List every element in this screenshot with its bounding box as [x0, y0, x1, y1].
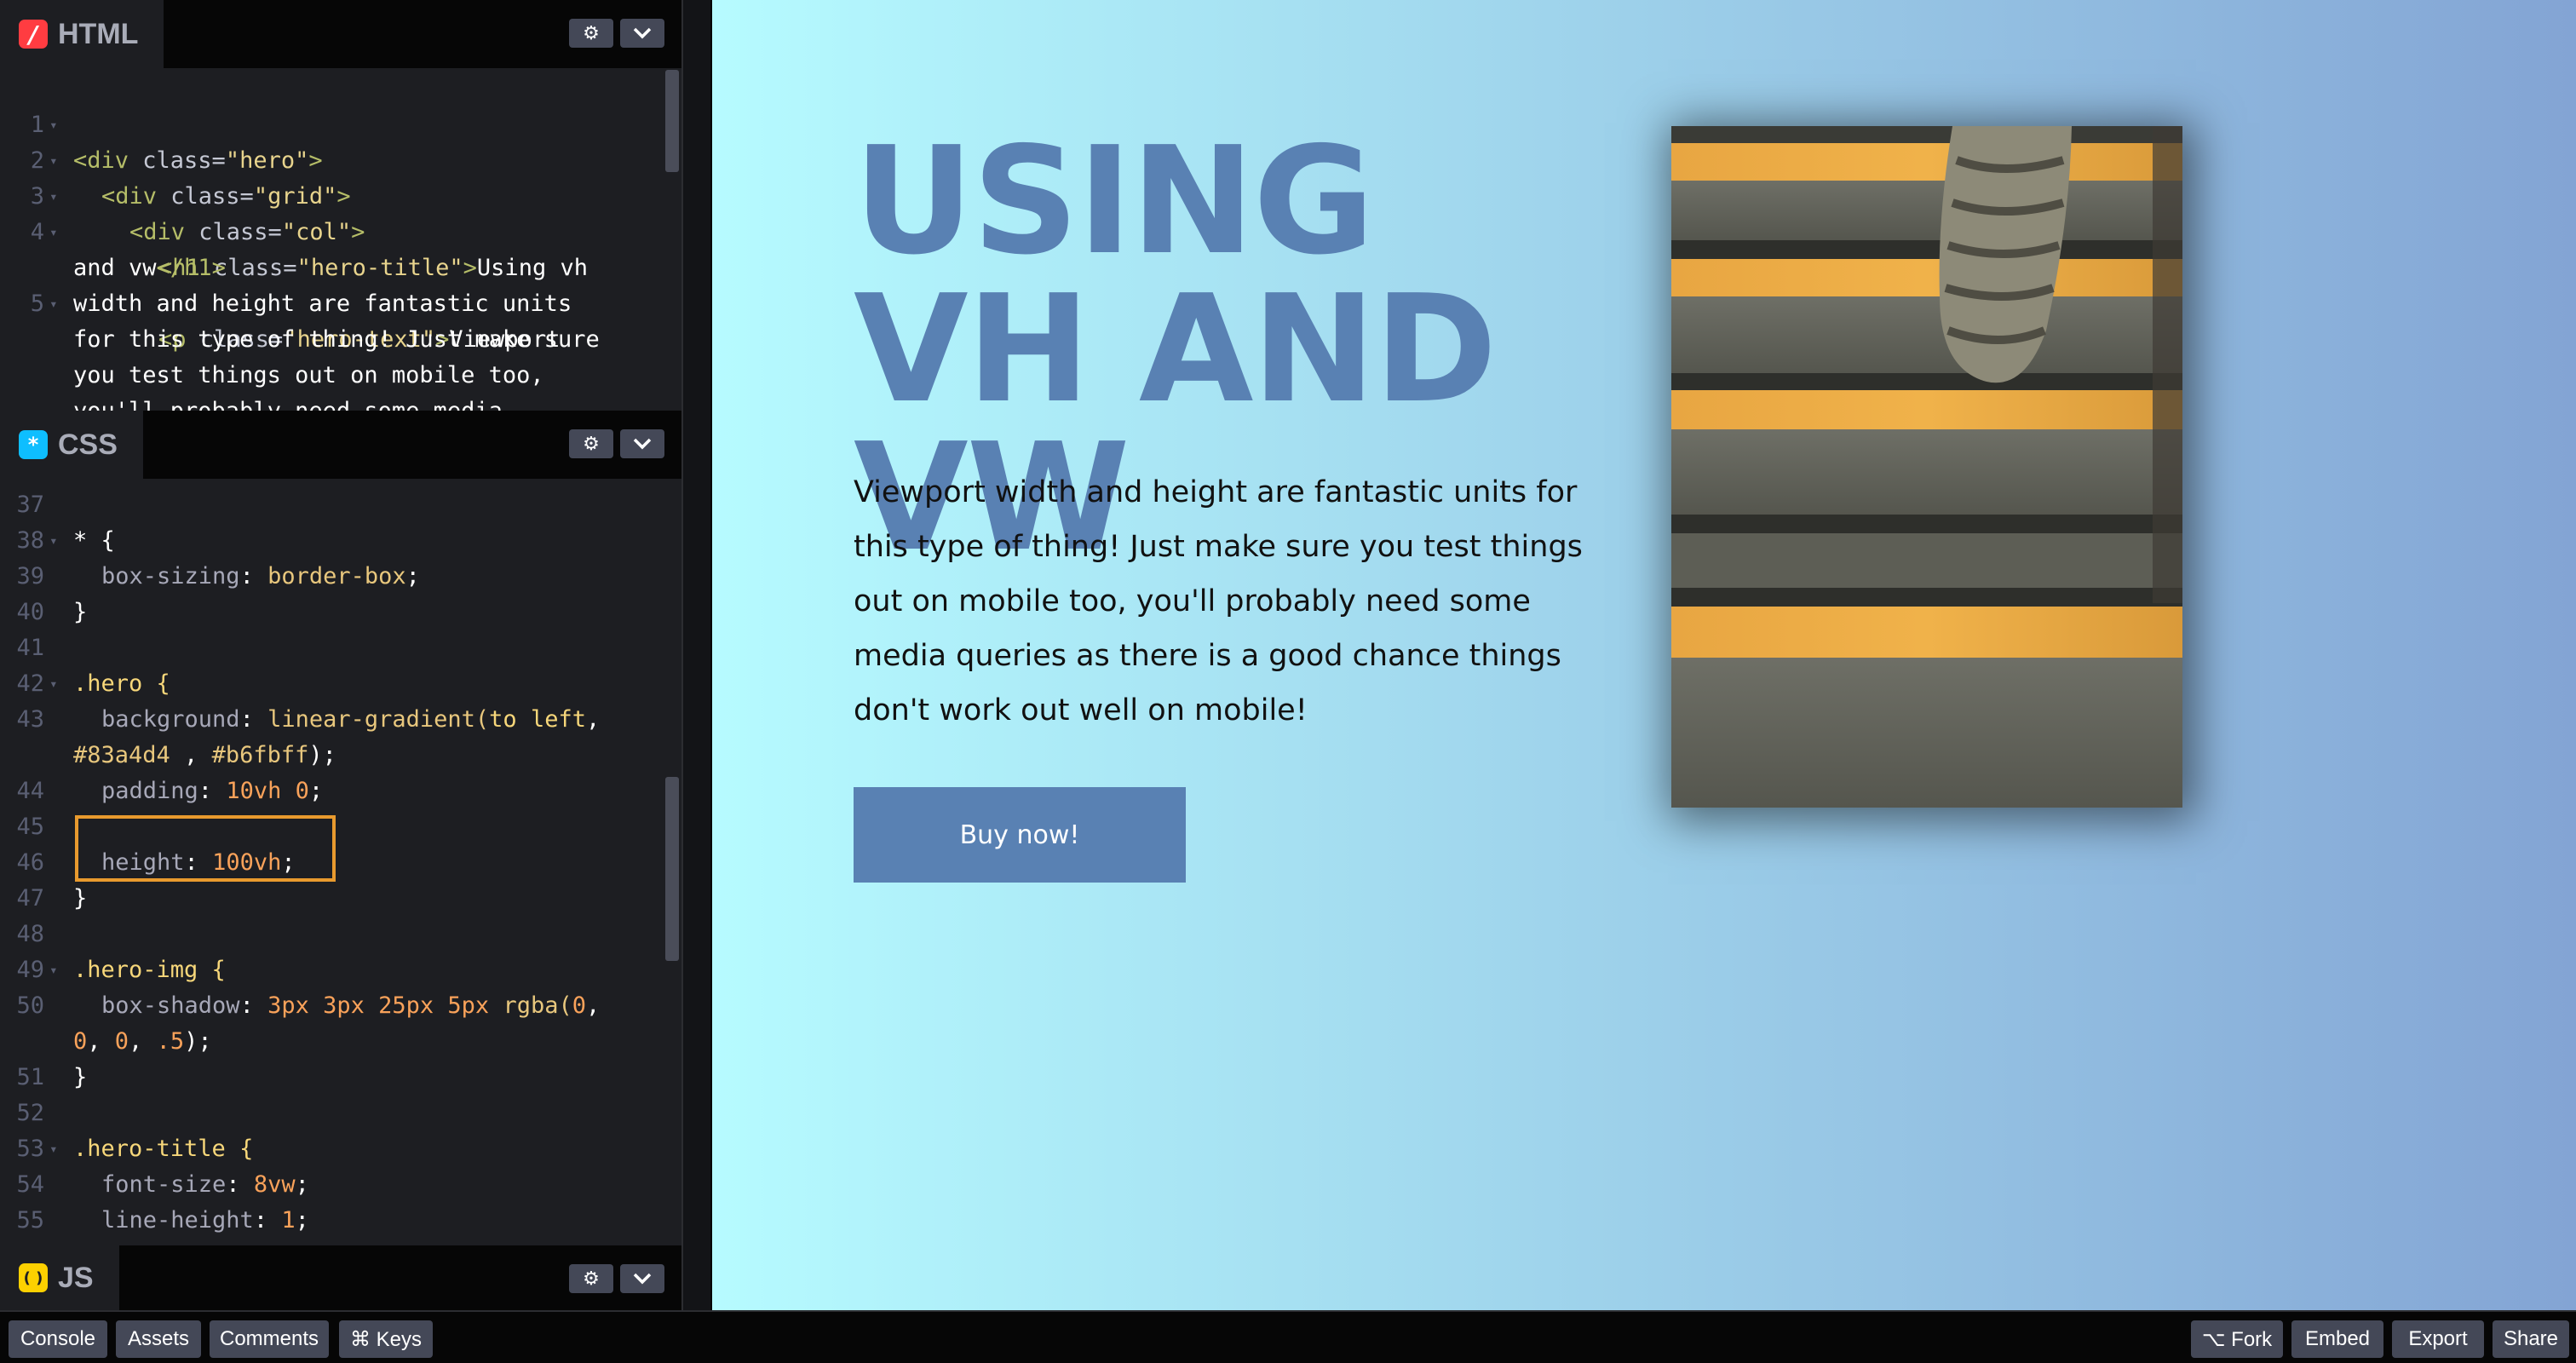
resize-divider[interactable] [681, 0, 710, 1310]
js-tab[interactable]: ( ) JS [0, 1245, 119, 1310]
html-code-editor[interactable]: 1 ▾ <div class="hero"> 2 ▾ <div class="gri… [0, 68, 681, 411]
code-line: 1 ▾ <div class="hero"> [30, 112, 323, 174]
embed-button[interactable]: Embed [2291, 1320, 2383, 1358]
share-button[interactable]: Share [2493, 1320, 2569, 1358]
html-tab-label: HTML [58, 17, 139, 50]
comments-button[interactable]: Comments [210, 1320, 329, 1358]
css-tab-label: CSS [58, 428, 118, 461]
js-tab-label: JS [58, 1261, 94, 1294]
footer-bar: Console Assets Comments ⌘ Keys ⌥ Fork Em… [0, 1310, 2576, 1363]
js-badge-icon: ( ) [19, 1263, 48, 1292]
code-line: 53 ▾ .hero-title { [16, 1136, 254, 1162]
code-line: you'll probably need some media [0, 394, 681, 411]
code-line: 39 box-sizing: border-box; [16, 563, 420, 589]
code-line: 37 [16, 492, 44, 518]
fork-button[interactable]: ⌥ Fork [2191, 1320, 2283, 1358]
code-line: 54 font-size: 8vw; [16, 1171, 309, 1198]
code-line: 3 ▾ <div class="col"> [30, 183, 365, 245]
keys-button[interactable]: ⌘ Keys [339, 1320, 433, 1358]
stairs-photo-icon [1671, 126, 2182, 808]
console-button[interactable]: Console [9, 1320, 107, 1358]
code-line: 52 [16, 1100, 44, 1126]
html-tab[interactable]: / HTML [0, 0, 164, 68]
js-collapse-chevron-down-icon[interactable] [620, 1264, 664, 1293]
html-collapse-chevron-down-icon[interactable] [620, 19, 664, 48]
editor-panel: / HTML ⚙ 1 ▾ <div class="hero"> 2 ▾ <div c… [0, 0, 681, 1310]
preview-pane: USING VH AND VW Viewport width and heigh… [712, 0, 2576, 1310]
html-scrollbar[interactable] [663, 68, 681, 411]
code-line: for this type of thing! Just make sure [73, 326, 600, 353]
code-line: 40} [16, 599, 88, 625]
html-settings-gear-icon[interactable]: ⚙ [569, 19, 613, 48]
css-scrollbar[interactable] [663, 479, 681, 1245]
code-line: 38 ▾ * { [16, 527, 115, 554]
code-line: 2 ▾ <div class="grid"> [30, 147, 351, 210]
css-pane-header: * CSS ⚙ [0, 411, 681, 479]
css-settings-gear-icon[interactable]: ⚙ [569, 429, 613, 458]
html-pane-header: / HTML ⚙ [0, 0, 681, 68]
code-line: 4 ▾ <h1 class="hero-title">Using vh [30, 219, 588, 281]
code-line: 42 ▾ .hero { [16, 670, 170, 697]
html-badge-icon: / [19, 20, 48, 49]
hero-text: Viewport width and height are fantastic … [854, 475, 1583, 728]
js-pane-header: ( ) JS ⚙ [0, 1245, 681, 1310]
code-line: 0, 0, .5); [73, 1028, 212, 1055]
code-line: 51} [16, 1064, 88, 1090]
code-line: 43 background: linear-gradient(to left, [16, 706, 601, 733]
code-line: 55 line-height: 1; [16, 1207, 309, 1234]
code-line: 44 padding: 10vh 0; [16, 778, 324, 804]
code-line: 41 [16, 635, 44, 661]
code-line: 50 box-shadow: 3px 3px 25px 5px rgba(0, [16, 992, 601, 1019]
css-badge-icon: * [19, 430, 48, 459]
code-line: you test things out on mobile too, [73, 362, 544, 388]
code-line: and vw</h1> [73, 255, 226, 281]
css-scrollbar-thumb[interactable] [665, 777, 679, 961]
highlight-box [75, 815, 336, 882]
code-line: 48 [16, 921, 44, 947]
hero-image [1671, 126, 2182, 808]
css-tab[interactable]: * CSS [0, 411, 143, 479]
code-line: 56text-transform: uppercase; [0, 1239, 681, 1245]
assets-button[interactable]: Assets [116, 1320, 201, 1358]
js-settings-gear-icon[interactable]: ⚙ [569, 1264, 613, 1293]
code-line: width and height are fantastic units [73, 290, 572, 317]
code-line: 47} [16, 885, 88, 912]
html-scrollbar-thumb[interactable] [665, 70, 679, 172]
export-button[interactable]: Export [2392, 1320, 2484, 1358]
code-line: 49 ▾ .hero-img { [16, 957, 226, 983]
code-line: 5 ▾ <p class="hero-text">Viewport [30, 290, 561, 353]
buy-now-button[interactable]: Buy now! [854, 787, 1186, 883]
code-line: #83a4d4 , #b6fbff); [73, 742, 336, 768]
css-collapse-chevron-down-icon[interactable] [620, 429, 664, 458]
